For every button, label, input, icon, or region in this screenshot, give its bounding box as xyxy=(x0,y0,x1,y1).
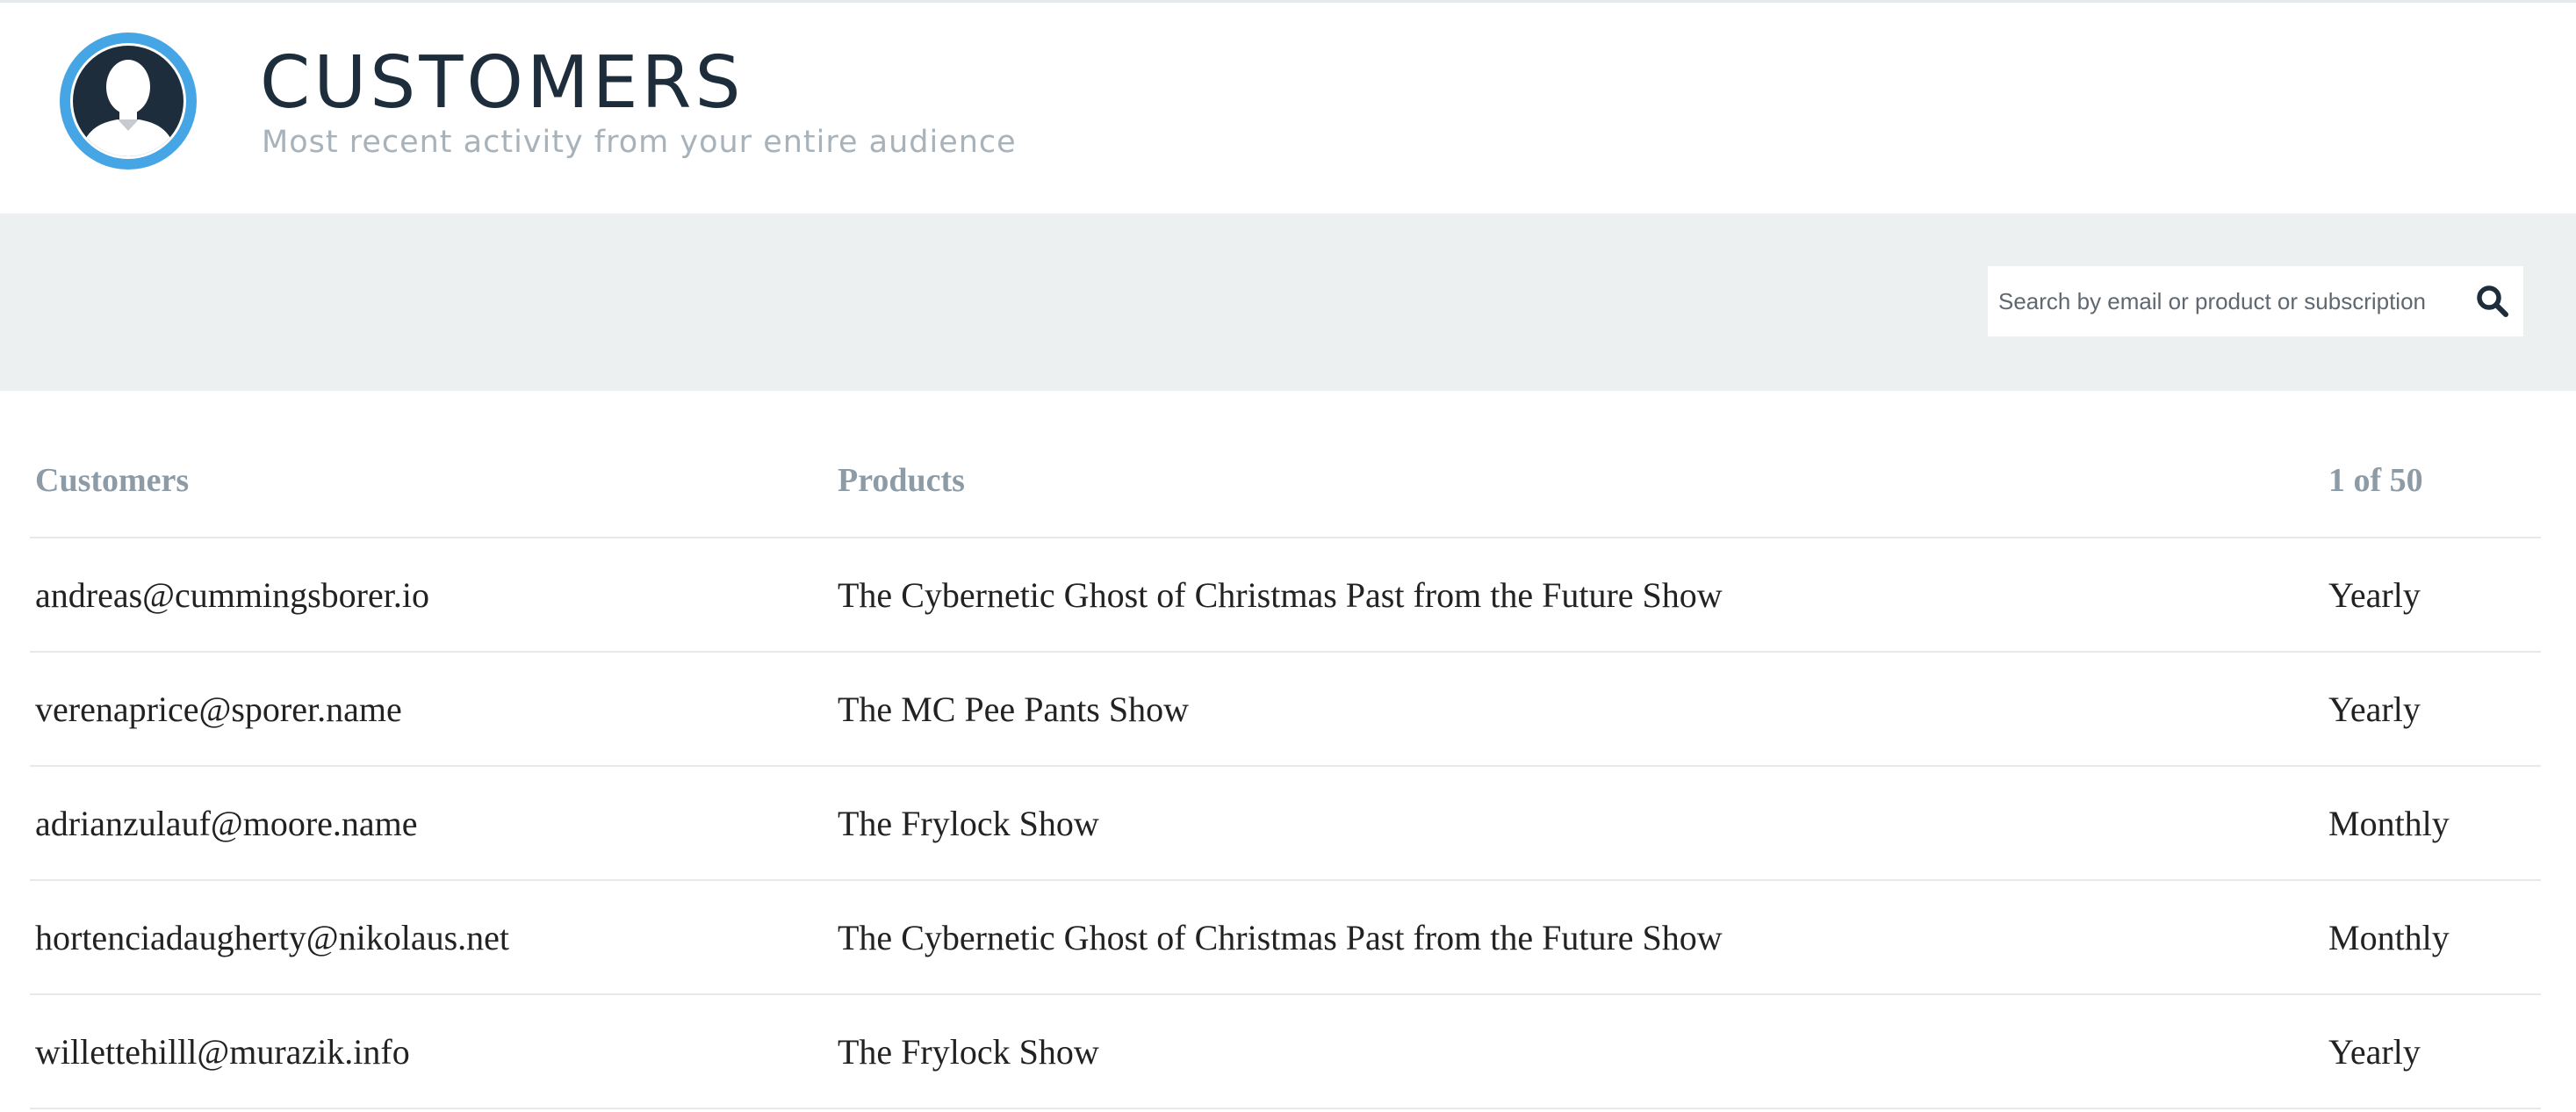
table-row[interactable]: andreas@cummingsborer.io The Cybernetic … xyxy=(30,538,2541,653)
search-input[interactable] xyxy=(1988,266,2462,336)
customer-email[interactable]: verenaprice@sporer.name xyxy=(35,653,402,765)
product-name: The Cybernetic Ghost of Christmas Past f… xyxy=(838,574,1723,615)
column-header-customers[interactable]: Customers xyxy=(35,424,189,537)
customer-email[interactable]: hortenciadaugherty@nikolaus.net xyxy=(35,881,509,993)
subscription-plan: Yearly xyxy=(2328,574,2421,615)
subscription-plan: Yearly xyxy=(2328,1031,2421,1072)
page-title: CUSTOMERS xyxy=(260,41,745,125)
table-header-row: Customers Products 1 of 50 xyxy=(30,424,2541,538)
subscription-plan: Monthly xyxy=(2328,917,2450,957)
user-avatar-icon xyxy=(60,32,197,170)
pagination-indicator: 1 of 50 xyxy=(2328,462,2423,499)
customer-email[interactable]: willettehilll@murazik.info xyxy=(35,995,410,1108)
product-name: The Frylock Show xyxy=(838,1031,1099,1072)
product-name: The Frylock Show xyxy=(838,803,1099,843)
search-icon xyxy=(2477,285,2508,317)
search-button[interactable] xyxy=(2462,266,2523,336)
table-row[interactable]: verenaprice@sporer.name The MC Pee Pants… xyxy=(30,653,2541,767)
subscription-plan: Yearly xyxy=(2328,689,2421,729)
product-name: The Cybernetic Ghost of Christmas Past f… xyxy=(838,917,1723,957)
customer-email[interactable]: andreas@cummingsborer.io xyxy=(35,538,429,651)
table-row[interactable]: willettehilll@murazik.info The Frylock S… xyxy=(30,995,2541,1109)
search-box xyxy=(1988,266,2523,336)
product-name: The MC Pee Pants Show xyxy=(838,689,1189,729)
search-toolbar xyxy=(0,213,2576,391)
customers-table: Customers Products 1 of 50 andreas@cummi… xyxy=(30,424,2541,1109)
table-row[interactable]: hortenciadaugherty@nikolaus.net The Cybe… xyxy=(30,881,2541,995)
table-row[interactable]: adrianzulauf@moore.name The Frylock Show… xyxy=(30,767,2541,881)
customer-email[interactable]: adrianzulauf@moore.name xyxy=(35,767,418,879)
subscription-plan: Monthly xyxy=(2328,803,2450,843)
column-header-products[interactable]: Products xyxy=(838,424,965,537)
customers-page: CUSTOMERS Most recent activity from your… xyxy=(0,0,2576,1112)
page-header: CUSTOMERS Most recent activity from your… xyxy=(0,3,2576,213)
page-subtitle: Most recent activity from your entire au… xyxy=(262,125,1017,160)
